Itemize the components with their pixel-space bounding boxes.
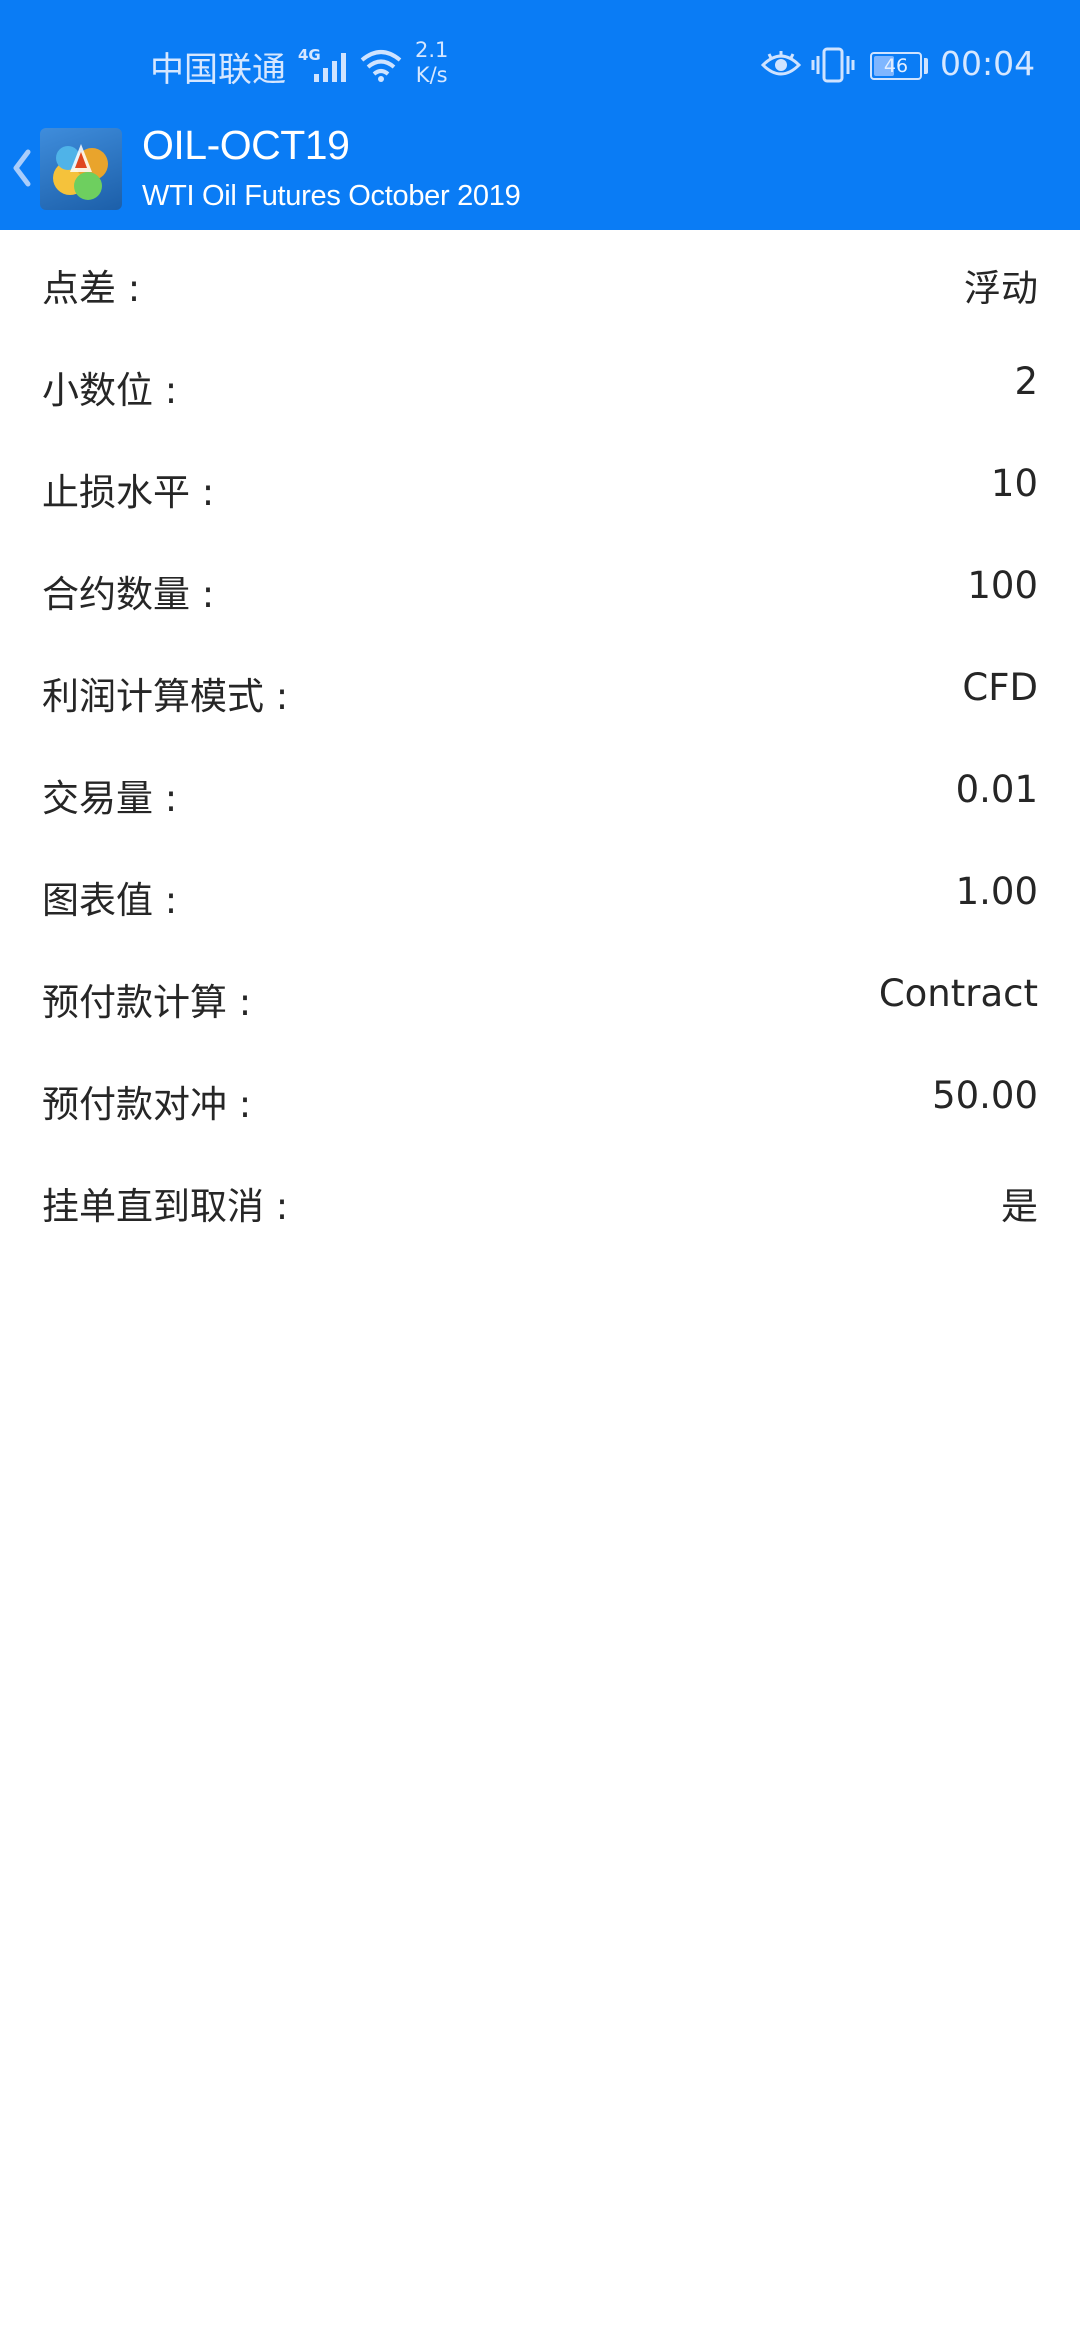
property-row-gtc-orders: 挂单直到取消 : 是 [0, 1148, 1080, 1250]
property-row-margin-calc: 预付款计算 : Contract [0, 944, 1080, 1046]
battery-icon: 46 [870, 52, 922, 80]
property-label: 小数位 : [42, 369, 178, 412]
wifi-icon [360, 50, 402, 82]
property-label: 预付款对冲 : [42, 1083, 252, 1126]
symbol-properties-list: 点差 : 浮动 小数位 : 2 止损水平 : 10 合约数量 : 100 利润计… [0, 230, 1080, 1250]
property-row-margin-hedged: 预付款对冲 : 50.00 [0, 1046, 1080, 1148]
property-row-volume: 交易量 : 0.01 [0, 740, 1080, 842]
symbol-title: OIL-OCT19 [142, 122, 350, 168]
property-row-profit-mode: 利润计算模式 : CFD [0, 638, 1080, 740]
property-row-contract-size: 合约数量 : 100 [0, 536, 1080, 638]
battery-cap [924, 58, 928, 74]
property-label: 图表值 : [42, 879, 178, 922]
property-row-spread: 点差 : 浮动 [0, 230, 1080, 332]
property-value: 100 [967, 564, 1038, 607]
property-label: 挂单直到取消 : [42, 1185, 289, 1228]
signal-strength-icon [314, 53, 346, 82]
battery-percent: 46 [883, 55, 909, 77]
property-value: CFD [962, 666, 1038, 709]
status-clock: 00:04 [940, 44, 1036, 83]
app-header: 中国联通 4G 2.1 K/s 46 00:04 OIL-OCT19 WTI O… [0, 0, 1080, 230]
property-row-digits: 小数位 : 2 [0, 332, 1080, 434]
property-value: 1.00 [955, 870, 1038, 913]
network-speed-value: 2.1 [415, 38, 449, 62]
eye-comfort-icon [760, 51, 802, 76]
property-value: Contract [878, 972, 1038, 1015]
property-label: 点差 : [42, 267, 141, 310]
property-label: 交易量 : [42, 777, 178, 820]
carrier-name: 中国联通 [150, 50, 286, 90]
metatrader-logo-icon[interactable] [40, 128, 122, 210]
property-label: 利润计算模式 : [42, 675, 289, 718]
property-value: 0.01 [955, 768, 1038, 811]
property-value: 2 [1014, 360, 1038, 403]
vibrate-icon [811, 47, 855, 83]
chevron-left-icon[interactable] [8, 146, 34, 190]
property-label: 止损水平 : [42, 471, 215, 514]
property-row-tick-value: 图表值 : 1.00 [0, 842, 1080, 944]
symbol-description: WTI Oil Futures October 2019 [142, 180, 521, 212]
status-bar: 中国联通 4G 2.1 K/s 46 00:04 [0, 0, 1080, 130]
property-label: 合约数量 : [42, 573, 215, 616]
property-value: 50.00 [932, 1074, 1038, 1117]
property-value: 10 [990, 462, 1038, 505]
logo-graphic [53, 144, 108, 200]
network-speed-unit: K/s [415, 63, 448, 87]
property-value: 是 [1001, 1185, 1038, 1228]
property-label: 预付款计算 : [42, 981, 252, 1024]
property-value: 浮动 [964, 267, 1038, 310]
property-row-stops-level: 止损水平 : 10 [0, 434, 1080, 536]
network-speed: 2.1 K/s [415, 38, 448, 88]
